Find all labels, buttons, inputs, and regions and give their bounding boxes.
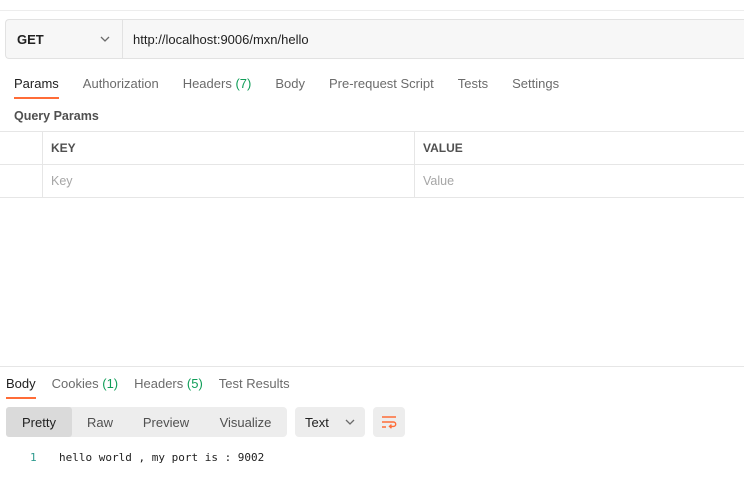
response-tabs: Body Cookies (1) Headers (5) Test Result… — [6, 376, 306, 399]
url-text: http://localhost:9006/mxn/hello — [133, 31, 309, 47]
request-url-bar: GET http://localhost:9006/mxn/hello — [5, 19, 744, 59]
line-number: 1 — [30, 451, 37, 464]
response-divider — [0, 366, 744, 367]
tab-pre-request-script[interactable]: Pre-request Script — [329, 76, 434, 98]
chevron-down-icon — [345, 419, 355, 425]
tab-headers[interactable]: Headers (7) — [183, 76, 252, 98]
wrap-lines-icon — [382, 416, 397, 429]
value-input[interactable]: Value — [423, 165, 454, 197]
response-body-editor[interactable]: 1 hello world , my port is : 9002 — [0, 451, 744, 469]
tab-test-results[interactable]: Test Results — [219, 376, 290, 398]
key-column-header: KEY — [51, 141, 76, 155]
tab-authorization[interactable]: Authorization — [83, 76, 159, 98]
wrap-lines-button[interactable] — [373, 407, 405, 437]
query-params-table: KEY VALUE Key Value — [0, 131, 744, 198]
url-input[interactable]: http://localhost:9006/mxn/hello — [123, 20, 309, 58]
view-raw-button[interactable]: Raw — [72, 407, 128, 437]
chevron-down-icon — [100, 36, 110, 42]
tab-response-body[interactable]: Body — [6, 376, 36, 399]
tab-settings[interactable]: Settings — [512, 76, 559, 98]
method-select[interactable]: GET — [6, 20, 123, 58]
tab-body[interactable]: Body — [275, 76, 305, 98]
method-label: GET — [17, 31, 44, 47]
table-header-row: KEY VALUE — [0, 131, 744, 165]
cookies-count: (1) — [102, 376, 119, 391]
format-label: Text — [305, 414, 329, 430]
key-input[interactable]: Key — [51, 165, 73, 197]
view-preview-button[interactable]: Preview — [128, 407, 204, 437]
view-mode-segment: Pretty Raw Preview Visualize — [6, 407, 287, 437]
value-column-header: VALUE — [423, 141, 463, 155]
query-params-title: Query Params — [14, 109, 99, 123]
request-tabs: Params Authorization Headers (7) Body Pr… — [14, 76, 583, 99]
headers-count: (7) — [235, 76, 252, 91]
top-divider — [0, 10, 744, 11]
format-select[interactable]: Text — [295, 407, 365, 437]
table-row: Key Value — [0, 165, 744, 198]
view-pretty-button[interactable]: Pretty — [6, 407, 72, 437]
response-headers-count: (5) — [186, 376, 203, 391]
tab-cookies[interactable]: Cookies (1) — [52, 376, 118, 398]
tab-params[interactable]: Params — [14, 76, 59, 99]
view-visualize-button[interactable]: Visualize — [204, 407, 287, 437]
tab-response-headers[interactable]: Headers (5) — [134, 376, 203, 398]
response-text: hello world , my port is : 9002 — [59, 451, 265, 464]
tab-tests[interactable]: Tests — [458, 76, 488, 98]
